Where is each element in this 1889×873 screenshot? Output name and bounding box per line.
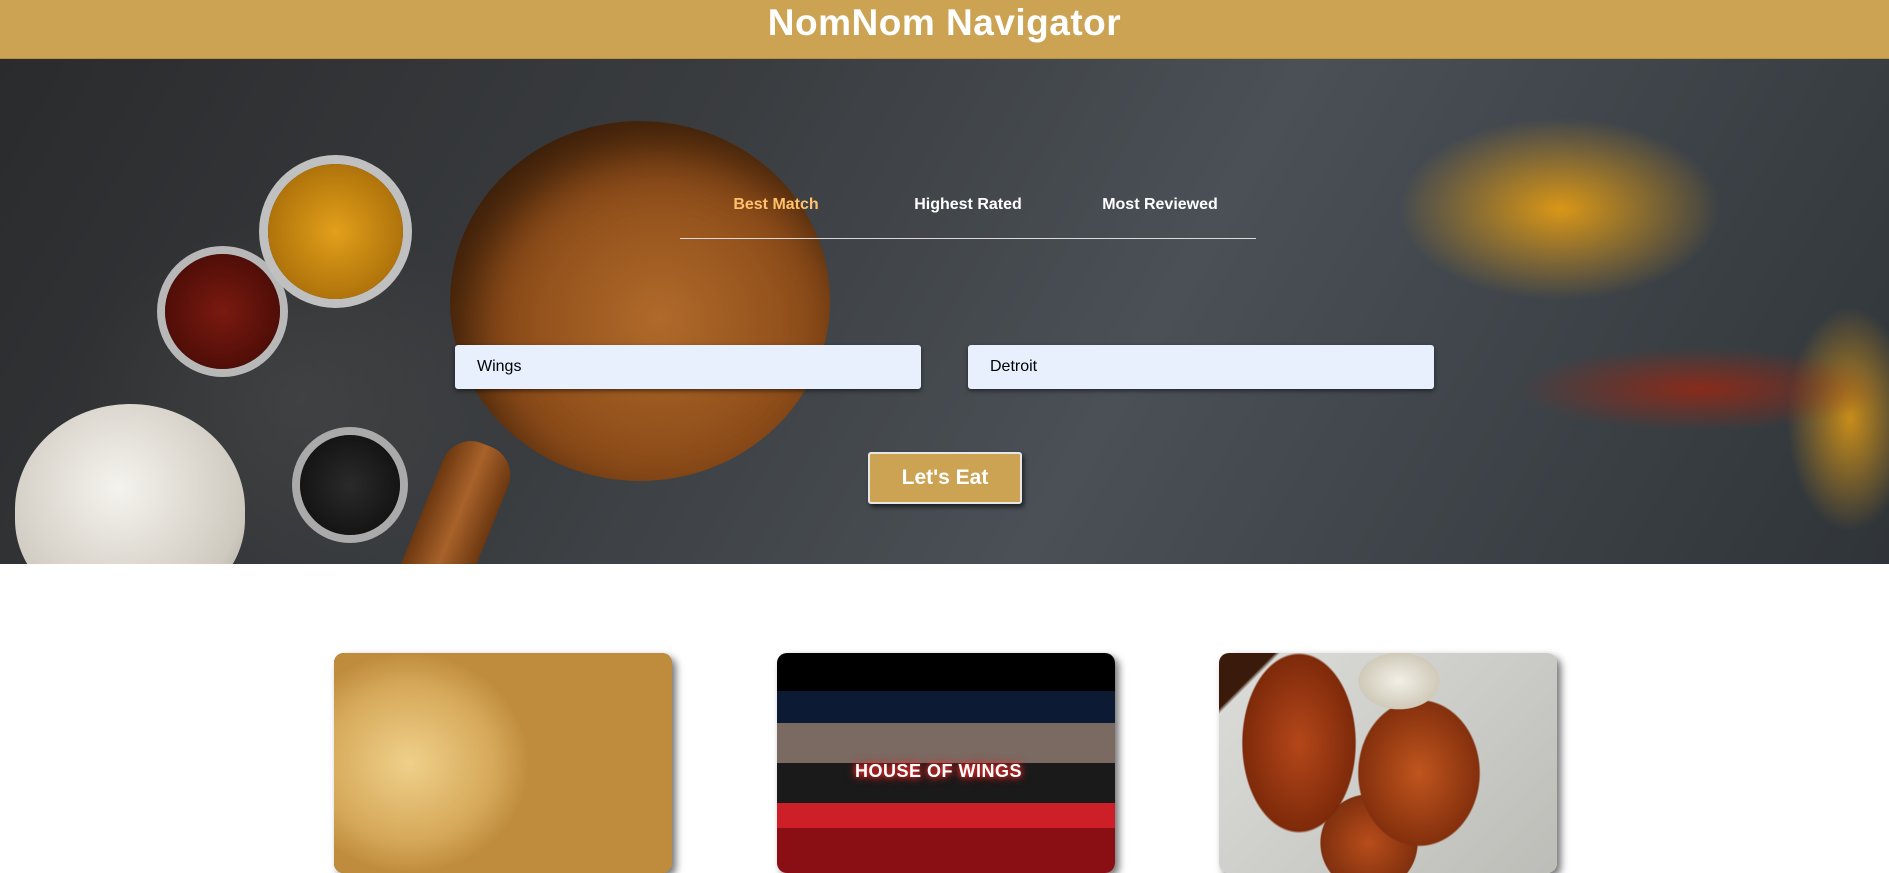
- wooden-spoon-handle: [390, 432, 520, 564]
- sort-tabs: Best Match Highest Rated Most Reviewed: [680, 195, 1256, 239]
- wooden-spoon-image: [450, 121, 830, 481]
- search-term-input[interactable]: [455, 345, 921, 389]
- turmeric-spoon-image: [268, 164, 403, 299]
- site-title: NomNom Navigator: [767, 2, 1122, 43]
- result-image: [334, 653, 672, 873]
- result-card[interactable]: [1219, 653, 1557, 873]
- result-card[interactable]: [334, 653, 672, 873]
- peppercorn-spoon-image: [300, 435, 400, 535]
- result-image: [1219, 653, 1557, 873]
- tab-best-match[interactable]: Best Match: [680, 195, 872, 214]
- tab-highest-rated[interactable]: Highest Rated: [872, 195, 1064, 214]
- lets-eat-button[interactable]: Let's Eat: [868, 452, 1022, 504]
- chili-spoon-image: [165, 254, 280, 369]
- storefront-sign: HOUSE OF WINGS: [855, 761, 1023, 781]
- result-card[interactable]: HOUSE OF WINGS: [777, 653, 1115, 873]
- results-grid: HOUSE OF WINGS: [0, 653, 1889, 873]
- site-header: NomNom Navigator: [0, 0, 1889, 59]
- search-location-input[interactable]: [968, 345, 1434, 389]
- tab-most-reviewed[interactable]: Most Reviewed: [1064, 195, 1256, 214]
- garlic-image: [15, 404, 245, 564]
- result-image: HOUSE OF WINGS: [777, 653, 1115, 873]
- hero-banner: Best Match Highest Rated Most Reviewed L…: [0, 59, 1889, 564]
